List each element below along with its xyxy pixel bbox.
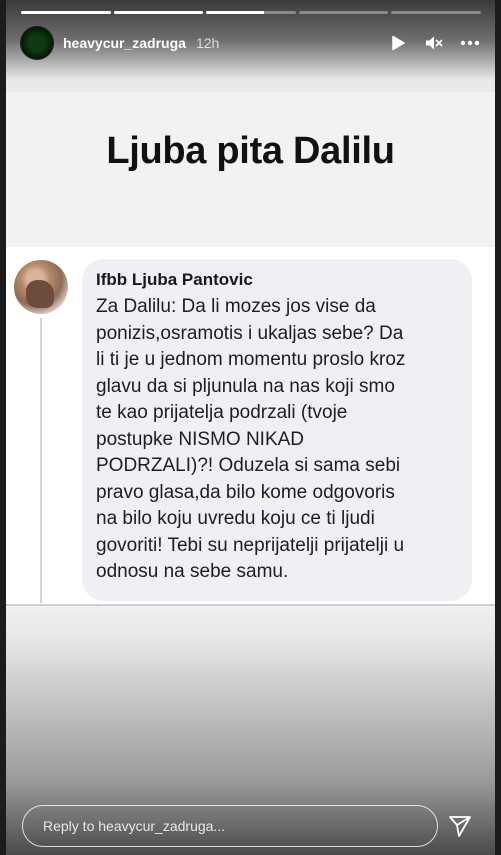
progress-segment — [113, 11, 204, 14]
progress-segment — [298, 11, 389, 14]
progress-fill — [113, 11, 204, 14]
story-progress — [21, 11, 481, 14]
username[interactable]: heavycur_zadruga — [63, 35, 186, 51]
reply-input[interactable] — [41, 817, 425, 835]
comment-author: Ifbb Ljuba Pantovic — [96, 270, 253, 289]
mute-icon[interactable] — [424, 33, 444, 53]
commenter-avatar — [14, 260, 68, 314]
progress-segment — [21, 11, 111, 14]
profile-avatar[interactable] — [20, 26, 54, 60]
post-divider — [6, 604, 495, 606]
progress-segment — [391, 11, 481, 14]
thread-line — [40, 318, 42, 603]
story-header: heavycur_zadruga 12h — [20, 26, 480, 60]
reply-box — [22, 805, 438, 847]
progress-fill — [21, 11, 111, 14]
progress-fill — [206, 11, 265, 14]
story-title: Ljuba pita Dalilu — [106, 130, 395, 172]
progress-segment — [206, 11, 296, 14]
comment-text: Za Dalilu: Da li mozes jos vise da poniz… — [96, 296, 406, 582]
play-icon[interactable] — [388, 33, 408, 53]
post-time: 12h — [195, 35, 220, 51]
send-icon[interactable] — [447, 813, 473, 839]
more-icon[interactable] — [460, 33, 480, 53]
